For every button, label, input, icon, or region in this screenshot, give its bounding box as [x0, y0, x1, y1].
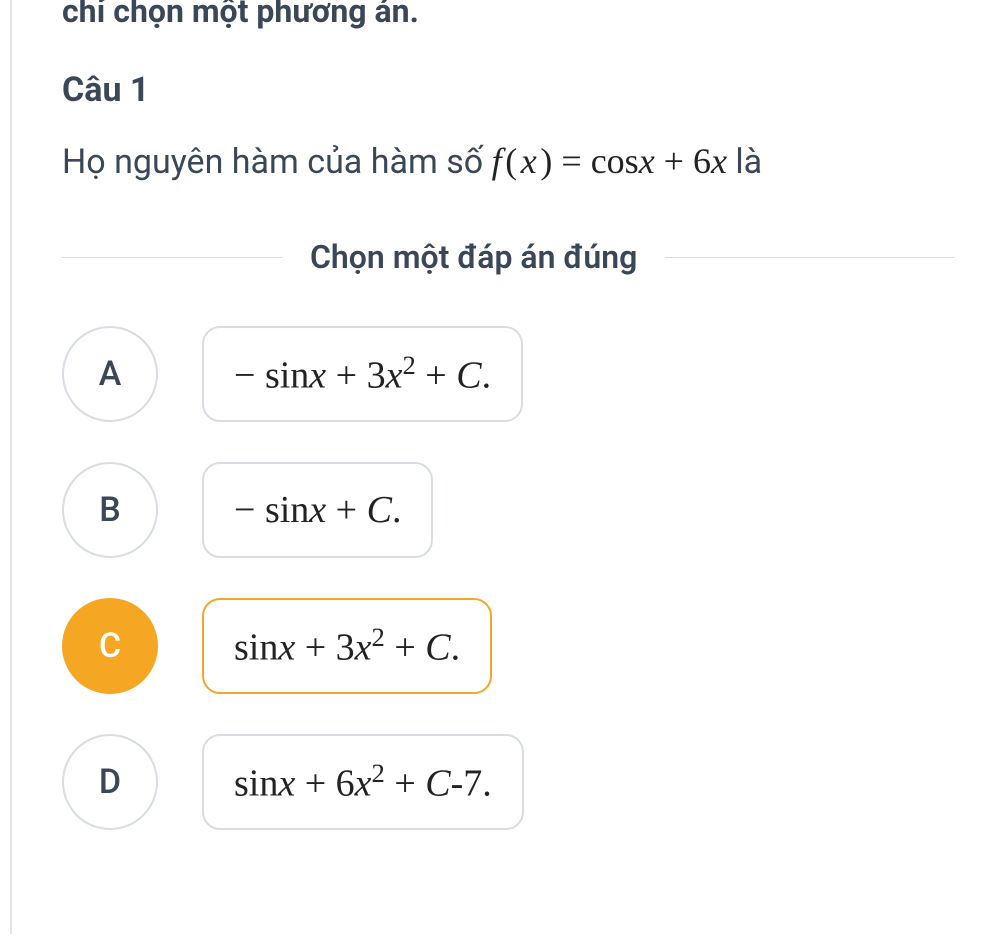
option-row: Dsinx + 6x2 + C-7. — [62, 734, 954, 830]
option-row: A − sinx + 3x2 + C. — [62, 326, 954, 422]
divider-line — [62, 257, 282, 258]
option-answer-d[interactable]: sinx + 6x2 + C-7. — [202, 734, 524, 830]
option-letter-d[interactable]: D — [62, 734, 158, 830]
option-answer-a[interactable]: − sinx + 3x2 + C. — [202, 326, 523, 422]
question-formula: f(x) = cosx + 6x — [492, 142, 727, 182]
top-instruction: chỉ chọn một phương án. — [62, 0, 954, 30]
question-suffix: là — [727, 142, 762, 182]
option-letter-a[interactable]: A — [62, 326, 158, 422]
question-title: Câu 1 — [62, 70, 954, 110]
question-text: Họ nguyên hàm của hàm số f(x) = cosx + 6… — [62, 134, 954, 188]
divider-line — [665, 257, 954, 258]
options-list: A − sinx + 3x2 + C. B − sinx + C. Csinx + 3x… — [62, 326, 954, 830]
option-row: B − sinx + C. — [62, 462, 954, 558]
option-letter-b[interactable]: B — [62, 462, 158, 558]
option-row: Csinx + 3x2 + C. — [62, 598, 954, 694]
question-prefix: Họ nguyên hàm của hàm số — [62, 142, 492, 182]
option-letter-c[interactable]: C — [62, 598, 158, 694]
choose-label: Chọn một đáp án đúng — [282, 238, 665, 276]
option-answer-c[interactable]: sinx + 3x2 + C. — [202, 598, 492, 694]
choose-divider: Chọn một đáp án đúng — [62, 238, 954, 276]
question-card: chỉ chọn một phương án. Câu 1 Họ nguyên … — [10, 0, 1004, 934]
option-answer-b[interactable]: − sinx + C. — [202, 462, 433, 558]
